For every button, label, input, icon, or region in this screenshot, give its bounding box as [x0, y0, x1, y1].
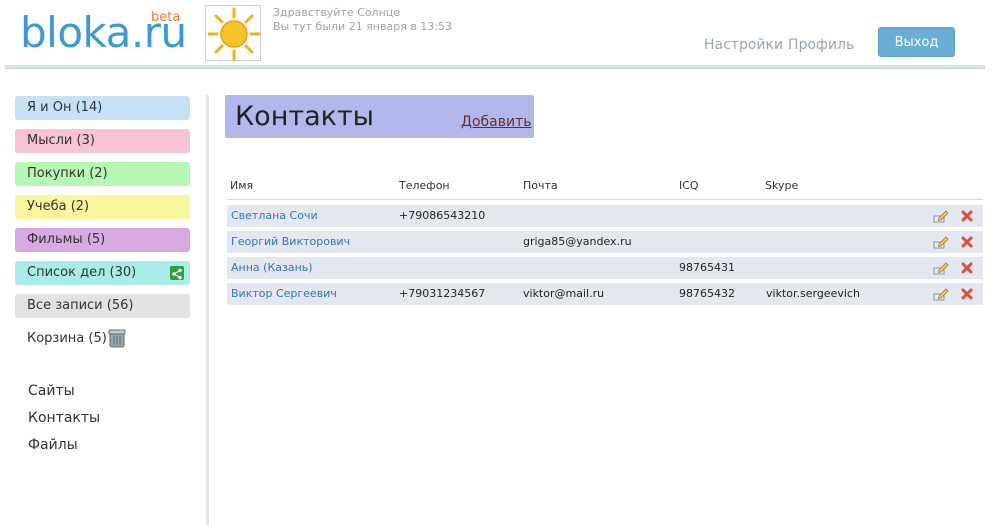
category-item[interactable]: Мысли (3)	[15, 129, 190, 153]
col-header-phone: Телефон	[399, 179, 450, 192]
category-label: Список дел (30)	[27, 265, 137, 280]
category-item[interactable]: Учеба (2)	[15, 195, 190, 219]
delete-icon[interactable]	[960, 235, 974, 249]
category-label: Все записи (56)	[27, 298, 134, 313]
delete-icon[interactable]	[960, 209, 974, 223]
header-divider	[5, 65, 985, 68]
col-header-icq: ICQ	[679, 179, 699, 192]
trash-icon[interactable]	[108, 328, 126, 348]
sun-icon	[207, 7, 261, 61]
contact-name[interactable]: Светлана Сочи	[231, 209, 318, 222]
greeting: Здравствуйте Солнце	[273, 6, 401, 19]
contact-email: viktor@mail.ru	[523, 287, 605, 300]
category-label: Я и Он (14)	[27, 100, 103, 115]
trash-link[interactable]: Корзина (5)	[15, 327, 190, 351]
table-header-divider	[227, 199, 983, 200]
edit-icon[interactable]	[933, 260, 949, 276]
sidebar-link-sites[interactable]: Сайты	[28, 383, 75, 399]
category-item[interactable]: Я и Он (14)	[15, 96, 190, 120]
sidebar-divider	[206, 95, 209, 525]
contact-name[interactable]: Георгий Викторович	[231, 235, 350, 248]
delete-icon[interactable]	[960, 287, 974, 301]
settings-link[interactable]: Настройки	[704, 37, 783, 53]
category-item[interactable]: Все записи (56)	[15, 294, 190, 318]
contact-name[interactable]: Виктор Сергеевич	[231, 287, 337, 300]
table-row: Георгий Викторович griga85@yandex.ru	[227, 231, 983, 253]
avatar[interactable]	[205, 5, 261, 61]
col-header-skype: Skype	[765, 179, 799, 192]
contact-phone: +79086543210	[399, 209, 486, 222]
contact-skype: viktor.sergeevich	[766, 287, 860, 300]
page-header: Контакты Добавить	[225, 95, 534, 138]
category-label: Фильмы (5)	[27, 232, 106, 247]
edit-icon[interactable]	[933, 234, 949, 250]
sidebar-link-files[interactable]: Файлы	[28, 437, 78, 453]
edit-icon[interactable]	[933, 208, 949, 224]
profile-link[interactable]: Профиль	[788, 37, 854, 53]
table-row: Виктор Сергеевич +79031234567 viktor@mail.…	[227, 283, 983, 305]
contact-phone: +79031234567	[399, 287, 486, 300]
greeting-block: Здравствуйте Солнце Вы тут были 21 январ…	[273, 6, 452, 34]
contact-icq: 98765432	[679, 287, 735, 300]
last-visit: Вы тут были 21 января в 13:53	[273, 20, 452, 33]
delete-icon[interactable]	[960, 261, 974, 275]
page-title: Контакты	[235, 101, 374, 132]
category-item[interactable]: Покупки (2)	[15, 162, 190, 186]
contact-email: griga85@yandex.ru	[523, 235, 632, 248]
col-header-email: Почта	[523, 179, 558, 192]
beta-badge: beta	[151, 10, 181, 25]
logout-button[interactable]: Выход	[878, 27, 955, 57]
category-item[interactable]: Фильмы (5)	[15, 228, 190, 252]
category-item[interactable]: Список дел (30)	[15, 261, 190, 285]
contact-icq: 98765431	[679, 261, 735, 274]
category-label: Покупки (2)	[27, 166, 108, 181]
col-header-name: Имя	[230, 179, 254, 192]
table-row: Анна (Казань) 98765431	[227, 257, 983, 279]
share-icon[interactable]	[170, 266, 184, 280]
add-contact-link[interactable]: Добавить	[461, 114, 531, 130]
table-row: Светлана Сочи +79086543210	[227, 205, 983, 227]
category-label: Мысли (3)	[27, 133, 95, 148]
category-label: Учеба (2)	[27, 199, 90, 214]
contact-name[interactable]: Анна (Казань)	[231, 261, 313, 274]
sidebar-link-contacts[interactable]: Контакты	[28, 410, 100, 426]
edit-icon[interactable]	[933, 286, 949, 302]
